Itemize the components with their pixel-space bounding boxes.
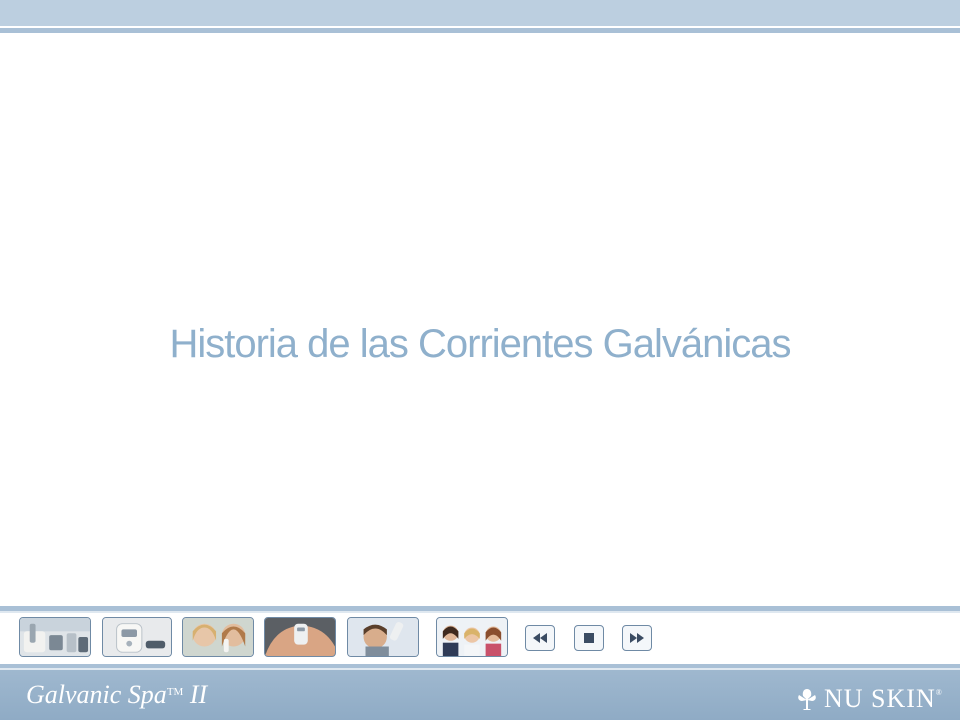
top-rule <box>0 28 960 33</box>
fast-forward-icon <box>630 633 644 643</box>
slide-title: Historia de las Corrientes Galvánicas <box>169 322 791 366</box>
trademark-mark: TM <box>166 686 184 698</box>
product-name: Galvanic SpaTM II <box>26 680 207 710</box>
thumb-bar-top-rule-light <box>0 611 960 613</box>
thumb-man-hair[interactable] <box>347 617 419 657</box>
thumb-women-facial[interactable] <box>182 617 254 657</box>
next-button[interactable] <box>622 625 652 651</box>
top-band <box>0 0 960 26</box>
brand-logo: NU SKIN® <box>796 684 943 714</box>
registered-mark: ® <box>935 688 943 697</box>
brand-name-text: NU SKIN <box>824 684 936 713</box>
thumb-three-women[interactable] <box>436 617 508 657</box>
thumb-shoulder-treatment[interactable] <box>264 617 336 657</box>
thumb-device-and-products[interactable] <box>19 617 91 657</box>
stop-button[interactable] <box>574 625 604 651</box>
nu-skin-logo-icon <box>798 689 816 710</box>
product-name-text: Galvanic Spa <box>26 680 167 709</box>
stop-icon <box>584 633 594 643</box>
rewind-icon <box>533 633 547 643</box>
thumb-handheld-device[interactable] <box>102 617 172 657</box>
previous-button[interactable] <box>525 625 555 651</box>
brand-name: NU SKIN® <box>824 684 943 714</box>
product-name-suffix: II <box>183 680 208 709</box>
